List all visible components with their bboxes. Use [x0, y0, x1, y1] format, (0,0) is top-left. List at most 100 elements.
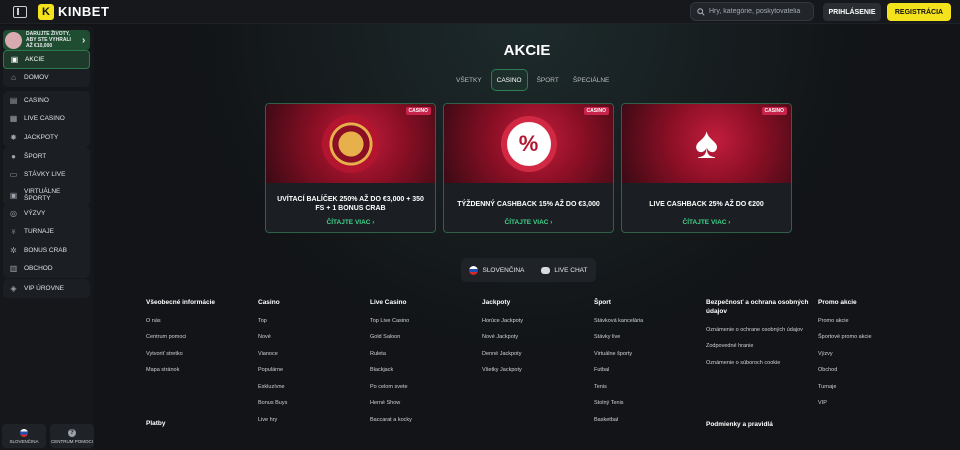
gift-icon: ▣	[10, 54, 19, 64]
footer-link[interactable]: Gold Saloon	[370, 334, 480, 340]
trophy-icon: ♅	[10, 227, 17, 237]
sidebar-item-vip[interactable]: ◈ VIP úrovne	[3, 279, 90, 298]
footer-link[interactable]: Top	[258, 318, 368, 324]
footer-link[interactable]: Obchod	[818, 367, 928, 373]
sidebar-item-vyzvy[interactable]: ◎ Výzvy	[3, 204, 90, 223]
logo[interactable]: K KINBET	[38, 3, 109, 20]
footer-link[interactable]: Oznámenie o ochrane osobných údajov	[706, 327, 814, 333]
footer-link[interactable]: Výzvy	[818, 351, 928, 357]
footer-link[interactable]: Exkluzívne	[258, 384, 368, 390]
sidebar-item-akcie[interactable]: ▣ Akcie	[3, 50, 90, 69]
footer-link[interactable]: Populárne	[258, 367, 368, 373]
search-box[interactable]	[690, 2, 814, 21]
footer-link[interactable]: Top Live Casino	[370, 318, 480, 324]
nav-group-extras: ◎ Výzvy ♅ Turnaje ✲ Bonus Crab ▥ Obchod	[3, 204, 90, 278]
footer-link[interactable]: Zodpovedné hranie	[706, 343, 814, 349]
jackpot-icon: ✸	[10, 132, 17, 142]
tab-vsetky[interactable]: VŠETKY	[451, 69, 487, 91]
footer-link[interactable]: Po celom svete	[370, 384, 480, 390]
sidebar-item-virtualne-sporty[interactable]: ▣ Virtuálne športy	[3, 184, 90, 206]
sidebar-toggle-icon[interactable]	[13, 5, 27, 18]
crab-icon: ✲	[10, 245, 17, 255]
footer-column-privacy: Bezpečnosť a ochrana osobných údajov Ozn…	[706, 298, 814, 366]
tab-sport[interactable]: ŠPORT	[532, 69, 564, 91]
footer-link[interactable]: Futbal	[594, 367, 704, 373]
chevron-right-icon: ›	[372, 219, 375, 226]
footer-link[interactable]: Blackjack	[370, 367, 480, 373]
chat-icon	[541, 266, 551, 274]
tab-casino[interactable]: CASINO	[490, 69, 528, 91]
footer-link[interactable]: Tenis	[594, 384, 704, 390]
category-badge: CASINO	[583, 107, 609, 115]
footer-link[interactable]: Live hry	[258, 417, 368, 423]
sidebar-item-bonus-crab[interactable]: ✲ Bonus Crab	[3, 241, 90, 260]
footer-link[interactable]: Vytvoriť stretko	[146, 351, 256, 357]
sidebar-item-domov[interactable]: ⌂ Domov	[3, 69, 90, 88]
footer-link[interactable]: Všetky Jackpoty	[482, 367, 592, 373]
sidebar-item-jackpoty[interactable]: ✸ Jackpoty	[3, 128, 90, 147]
promo-card-welcome[interactable]: CASINO UVÍTACÍ BALÍČEK 250% AŽ DO €3,000…	[265, 103, 436, 233]
footer-link[interactable]: O nás	[146, 318, 256, 324]
live-chat-label: LIVE CHAT	[554, 266, 588, 274]
footer-link[interactable]: Nové	[258, 334, 368, 340]
category-badge: CASINO	[405, 107, 431, 115]
promo-card-title: TÝŽDENNÝ CASHBACK 15% AŽ DO €3,000	[457, 200, 600, 208]
footer-link[interactable]: Denné Jackpoty	[482, 351, 592, 357]
footer-link[interactable]: Virtuálne športy	[594, 351, 704, 357]
live-chat-button[interactable]: LIVE CHAT	[541, 266, 588, 274]
footer-link[interactable]: Mapa stránok	[146, 367, 256, 373]
flag-sk-icon	[20, 428, 28, 437]
search-input[interactable]	[709, 8, 809, 15]
read-more-link[interactable]: ČÍTAJTE VIAC ›	[622, 219, 791, 226]
login-button[interactable]: PRIHLÁSENIE	[823, 3, 881, 21]
sidebar-item-label: Výzvy	[24, 209, 46, 217]
read-more-link[interactable]: ČÍTAJTE VIAC ›	[444, 219, 613, 226]
promo-card-weekly-cashback[interactable]: % CASINO TÝŽDENNÝ CASHBACK 15% AŽ DO €3,…	[443, 103, 614, 233]
footer-link[interactable]: Baccarat a kocky	[370, 417, 480, 423]
footer-link[interactable]: Vianoce	[258, 351, 368, 357]
help-label: Centrum pomoci	[51, 438, 93, 444]
language-button[interactable]: SLOVENČINA	[469, 265, 524, 275]
promo-card-live-cashback[interactable]: ♠ CASINO LIVE CASHBACK 25% AŽ DO €200 ČÍ…	[621, 103, 792, 233]
sidebar-item-label: Šport	[24, 152, 47, 160]
help-center-button[interactable]: ? Centrum pomoci	[50, 424, 94, 448]
read-more-link[interactable]: ČÍTAJTE VIAC ›	[266, 219, 435, 226]
question-icon: ?	[68, 428, 76, 437]
footer-link[interactable]: Ruleta	[370, 351, 480, 357]
sidebar-item-turnaje[interactable]: ♅ Turnaje	[3, 223, 90, 242]
sidebar-promo-banner[interactable]: Darujte životy, aby ste vyhrali až €10,0…	[3, 30, 90, 50]
sidebar-item-label: Turnaje	[24, 228, 54, 236]
nav-group-main: ▣ Akcie ⌂ Domov	[3, 50, 90, 87]
sidebar: Darujte životy, aby ste vyhrali až €10,0…	[0, 26, 94, 450]
spade-icon: ♠	[694, 118, 719, 168]
sidebar-item-label: Jackpoty	[24, 133, 59, 141]
footer-link[interactable]: Športové promo akcie	[818, 334, 928, 340]
footer-column-sport: Šport Stávková kancelária Stávky live Vi…	[594, 298, 704, 423]
footer-link[interactable]: Horúce Jackpoty	[482, 318, 592, 324]
footer-link[interactable]: Nové Jackpoty	[482, 334, 592, 340]
footer-link[interactable]: Basketbal	[594, 417, 704, 423]
footer-heading: Casino	[258, 299, 280, 306]
language-selector-button[interactable]: Slovenčina	[2, 424, 46, 448]
footer-link[interactable]: Stávková kancelária	[594, 318, 704, 324]
footer-link[interactable]: Bonus Buys	[258, 400, 368, 406]
footer-link[interactable]: Oznámenie o súboroch cookie	[706, 360, 814, 366]
footer-link[interactable]: Stolný Tenis	[594, 400, 704, 406]
footer-heading: Jackpoty	[482, 299, 511, 306]
footer-link[interactable]: Promo akcie	[818, 318, 928, 324]
sidebar-item-label: VIP úrovne	[24, 284, 64, 292]
footer-link[interactable]: VIP	[818, 400, 928, 406]
footer-link[interactable]: Centrum pomoci	[146, 334, 256, 340]
tab-specialne[interactable]: ŠPECIÁLNE	[568, 69, 615, 91]
footer-link[interactable]: Herné Show	[370, 400, 480, 406]
register-button[interactable]: REGISTRÁCIA	[887, 3, 951, 21]
footer-link[interactable]: Stávky live	[594, 334, 704, 340]
promo-card-image: CASINO	[266, 104, 435, 183]
footer-link[interactable]: Turnaje	[818, 384, 928, 390]
sidebar-item-obchod[interactable]: ▥ Obchod	[3, 260, 90, 279]
promo-avatar	[5, 31, 22, 49]
sidebar-item-casino[interactable]: ▤ Casino	[3, 91, 90, 110]
sidebar-item-live-casino[interactable]: ▦ Live Casino	[3, 110, 90, 129]
sidebar-item-sport[interactable]: ● Šport	[3, 147, 90, 166]
sidebar-item-stavky-live[interactable]: ▭ Stávky live	[3, 166, 90, 185]
